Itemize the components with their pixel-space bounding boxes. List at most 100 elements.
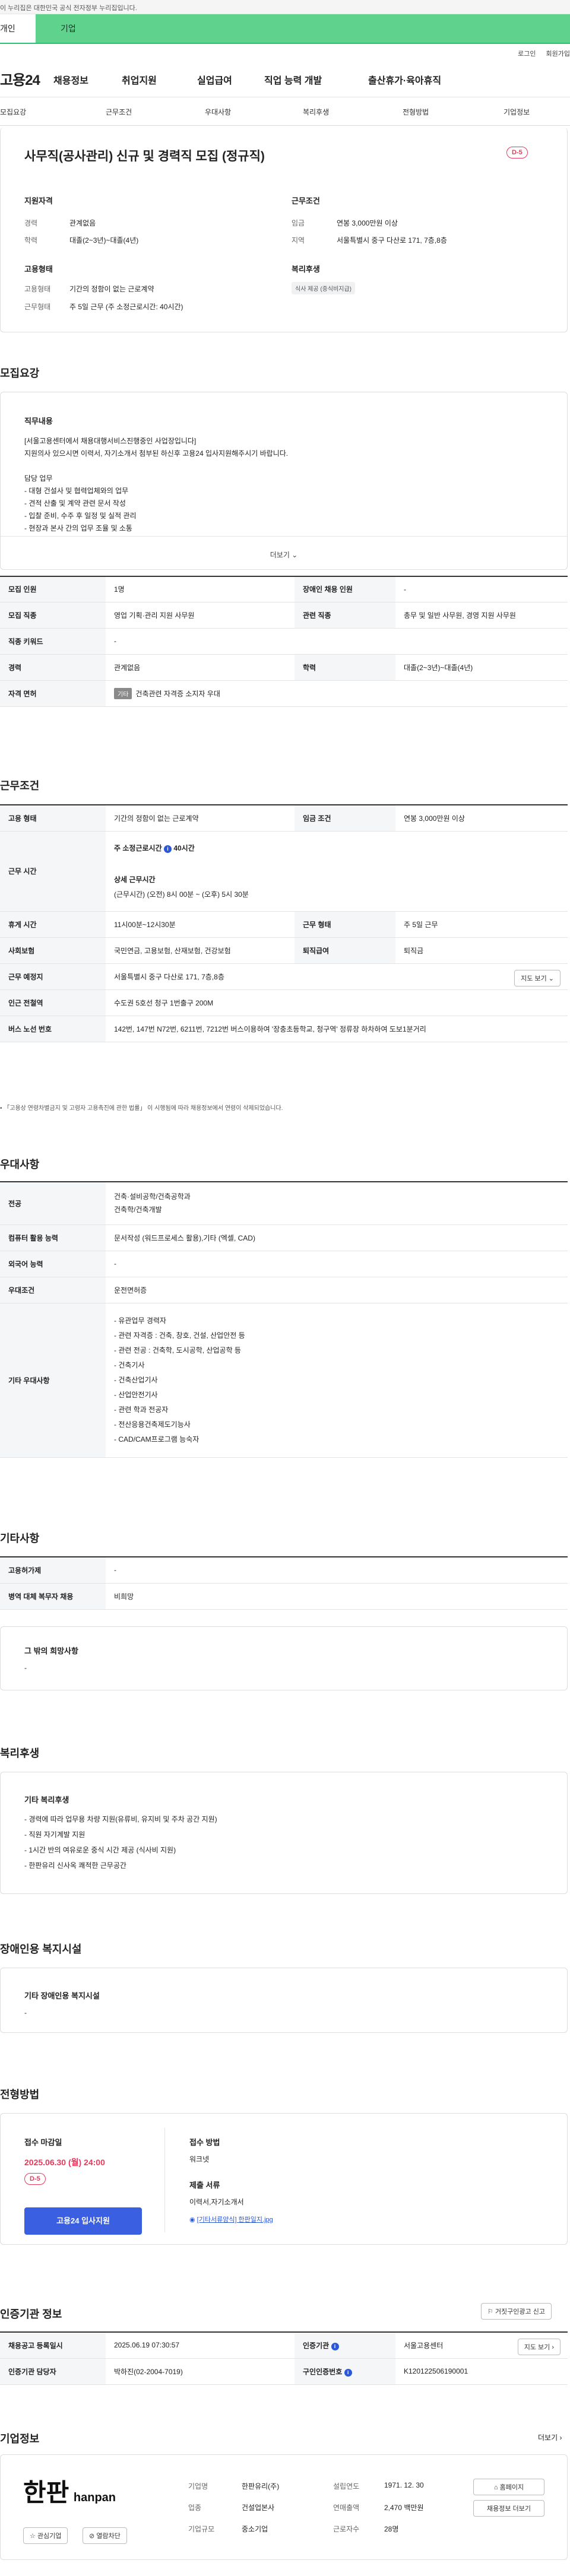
block-button[interactable]: ⊘ 열람차단	[83, 2527, 127, 2544]
cell-label: 근무 시간	[0, 831, 106, 912]
report-label: 거짓구인광고 신고	[495, 2308, 545, 2315]
conditions-table: 고용 형태 기간의 정함이 없는 근로계약 임금 조건 연봉 3,000만원 이상 근…	[0, 804, 568, 1042]
apply-button[interactable]: 고용24 입사지원	[24, 2207, 142, 2235]
attachment-link[interactable]: ◉ [기타서류양식] 한판일지.jpg	[189, 2215, 273, 2224]
agency-map-label: 지도 보기	[524, 2344, 550, 2351]
table-row: 휴게 시간 11시00분~12시30분 근무 형태 주 5일 근무	[0, 911, 568, 938]
welfare-item: - 경력에 따라 업무용 차량 지원(유류비, 유지비 및 주차 공간 지원)	[24, 1815, 217, 1823]
homepage-button[interactable]: ⌂ 홈페이지	[473, 2479, 544, 2495]
cell-label: 고용허가제	[0, 1557, 106, 1584]
tab-company[interactable]: 기업정보	[504, 107, 530, 117]
tab-preferences[interactable]: 우대사항	[205, 107, 231, 117]
duty-line: - 입찰 준비, 수주 후 일정 및 실적 관리	[24, 512, 137, 520]
cell-label: 경력	[0, 654, 106, 681]
cell-value: 박하진(02-2004-7019)	[106, 2358, 294, 2385]
duty-box: 직무내용 [서울고용센터에서 채용대행서비스진행중인 사업장입니다] 지원의사 …	[0, 392, 568, 570]
gov-banner: 이 누리집은 대한민국 공식 전자정부 누리집입니다.	[0, 0, 570, 14]
area-label: 지역	[292, 236, 305, 245]
cell-value: 퇴직금	[395, 937, 568, 964]
cell-label: 관련 직종	[294, 602, 395, 629]
job-title: 사무직(공사관리) 신규 및 경력직 모집 (정규직)	[24, 150, 265, 163]
cell-value: 11시00분~12시30분	[106, 911, 294, 938]
company-more-link[interactable]: 더보기 ›	[538, 2432, 562, 2442]
chevron-down-icon: ⌄	[548, 975, 554, 982]
join-link[interactable]: 회원가입	[546, 50, 570, 58]
cell-value: 문서작성 (워드프로세스 활용),기타 (엑셀, CAD)	[106, 1224, 568, 1251]
cell-label: 근무 예정지	[0, 963, 106, 990]
pref-item: - 건축기사	[114, 1360, 145, 1369]
tab-business[interactable]: 기업	[36, 14, 570, 43]
hope-box: 그 밖의 희망사항 -	[0, 1626, 568, 1690]
tab-individual[interactable]: 개인	[0, 14, 36, 43]
agency-map-button[interactable]: 지도 보기 ›	[517, 2339, 560, 2355]
tab-conditions[interactable]: 근무조건	[106, 107, 132, 117]
pref-item: - 산업안전기사	[114, 1390, 158, 1399]
interest-button[interactable]: ☆ 관심기업	[23, 2527, 68, 2544]
cell-value: 국민연금, 고용보험, 산재보험, 건강보험	[106, 937, 294, 964]
info-icon[interactable]: i	[344, 2368, 352, 2377]
info-icon[interactable]: i	[331, 2342, 339, 2350]
tab-welfare[interactable]: 복리후생	[303, 107, 329, 117]
company-jobs-button[interactable]: 채용정보 더보기	[473, 2500, 544, 2517]
cell-label: 고용 형태	[0, 805, 106, 832]
table-row: 버스 노선 번호 142번, 147번 N72번, 6211번, 7212번 버스…	[0, 1016, 568, 1042]
cell-value: -	[106, 1251, 568, 1277]
nav-parental-leave[interactable]: 출산휴가·육아휴직	[368, 72, 441, 87]
info-icon[interactable]: i	[163, 845, 172, 853]
cell-value: 2025.06.19 07:30:57	[106, 2332, 294, 2359]
agency-table: 채용공고 등록일시 2025.06.19 07:30:57 인증기관 i 서울고용센터…	[0, 2331, 568, 2385]
cell-value: 건축·설비공학/건축공학과 건축학/건축개발	[106, 1182, 568, 1225]
table-row: 인근 전철역 수도권 5호선 청구 1번출구 200M	[0, 989, 568, 1016]
duty-line: 담당 업무	[24, 474, 53, 483]
cell-value: K120122506190001	[395, 2358, 568, 2385]
size-value: 중소기업	[242, 2525, 268, 2533]
cell-value: 총무 및 일반 사무원, 경영 지원 사무원	[395, 602, 568, 629]
table-row: 채용공고 등록일시 2025.06.19 07:30:57 인증기관 i 서울고용센터…	[0, 2332, 568, 2359]
pref-item: - 전산응용건축제도기능사	[114, 1420, 191, 1429]
welfare-box-heading: 기타 복리후생	[24, 1795, 69, 1804]
login-link[interactable]: 로그인	[518, 50, 536, 58]
nav-job-training[interactable]: 직업 능력 개발	[264, 72, 322, 87]
revenue-label: 연매출액	[333, 2504, 360, 2512]
nav-employment-support[interactable]: 취업지원	[122, 72, 157, 87]
founded-label: 설립연도	[333, 2482, 360, 2491]
map-button[interactable]: 지도 보기 ⌄	[514, 969, 560, 986]
cert-label: 구인인증번호	[303, 2367, 343, 2376]
cell-label: 버스 노선 번호	[0, 1016, 106, 1042]
nav-unemployment-benefit[interactable]: 실업급여	[197, 72, 232, 87]
more-button[interactable]: 더보기 ⌄	[1, 536, 567, 560]
main-nav: 고용24 채용정보 취업지원 실업급여 직업 능력 개발 출산휴가·육아휴직	[0, 61, 570, 97]
duty-line: - 대형 건설사 및 협력업체와의 업무	[24, 487, 129, 495]
apply-label: 고용24 입사지원	[56, 2216, 110, 2225]
welfare-title: 복리후생	[0, 1747, 40, 1759]
pref-item: - 관련 전공 : 건축학, 도시공학, 산업공학 등	[114, 1346, 241, 1354]
table-row: 고용허가제 -	[0, 1557, 568, 1584]
work-time-value: 주 5일 근무 (주 소정근로시간: 40시간)	[69, 303, 183, 311]
age-notice: • 「고용상 연령차별금지 및 고령자 고용촉진에 관한 법률」 이 시행됨에 …	[0, 1105, 283, 1112]
deadline-label: 접수 마감일	[24, 2138, 62, 2147]
block-icon: ⊘	[89, 2533, 95, 2540]
cell-label: 장애인 채용 인원	[294, 576, 395, 602]
block-label: 열람차단	[96, 2533, 121, 2540]
table-row: 외국어 능력 -	[0, 1251, 568, 1277]
tab-recruit[interactable]: 모집요강	[0, 107, 26, 117]
major-line: 건축학/건축개발	[114, 1205, 162, 1214]
cell-value: 연봉 3,000만원 이상	[395, 805, 568, 832]
industry-value: 건설업본사	[242, 2504, 275, 2512]
nav-jobs[interactable]: 채용정보	[53, 72, 88, 87]
work-address: 서울특별시 중구 다산로 171, 7층,8층	[114, 972, 224, 981]
founded-value: 1971. 12. 30	[384, 2481, 424, 2489]
cell-label: 퇴직급여	[294, 937, 395, 964]
work-time-label: 근무형태	[24, 303, 51, 311]
report-button[interactable]: ⚐ 거짓구인광고 신고	[481, 2303, 552, 2320]
deadline-value: 2025.06.30 (월) 24:00	[24, 2158, 105, 2167]
edu-label: 학력	[24, 236, 38, 245]
cell-label: 학력	[294, 654, 395, 681]
company-logo: 한판 hanpan	[23, 2473, 116, 2509]
tab-process[interactable]: 전형방법	[403, 107, 429, 117]
cell-value: 영업 기획·관리 지원 사무원	[106, 602, 294, 629]
cell-value: -	[106, 1557, 568, 1584]
cell-label: 기타 우대사항	[0, 1303, 106, 1458]
docs-label: 제출 서류	[189, 2181, 220, 2190]
area-value: 서울특별시 중구 다산로 171, 7층,8층	[337, 236, 447, 245]
